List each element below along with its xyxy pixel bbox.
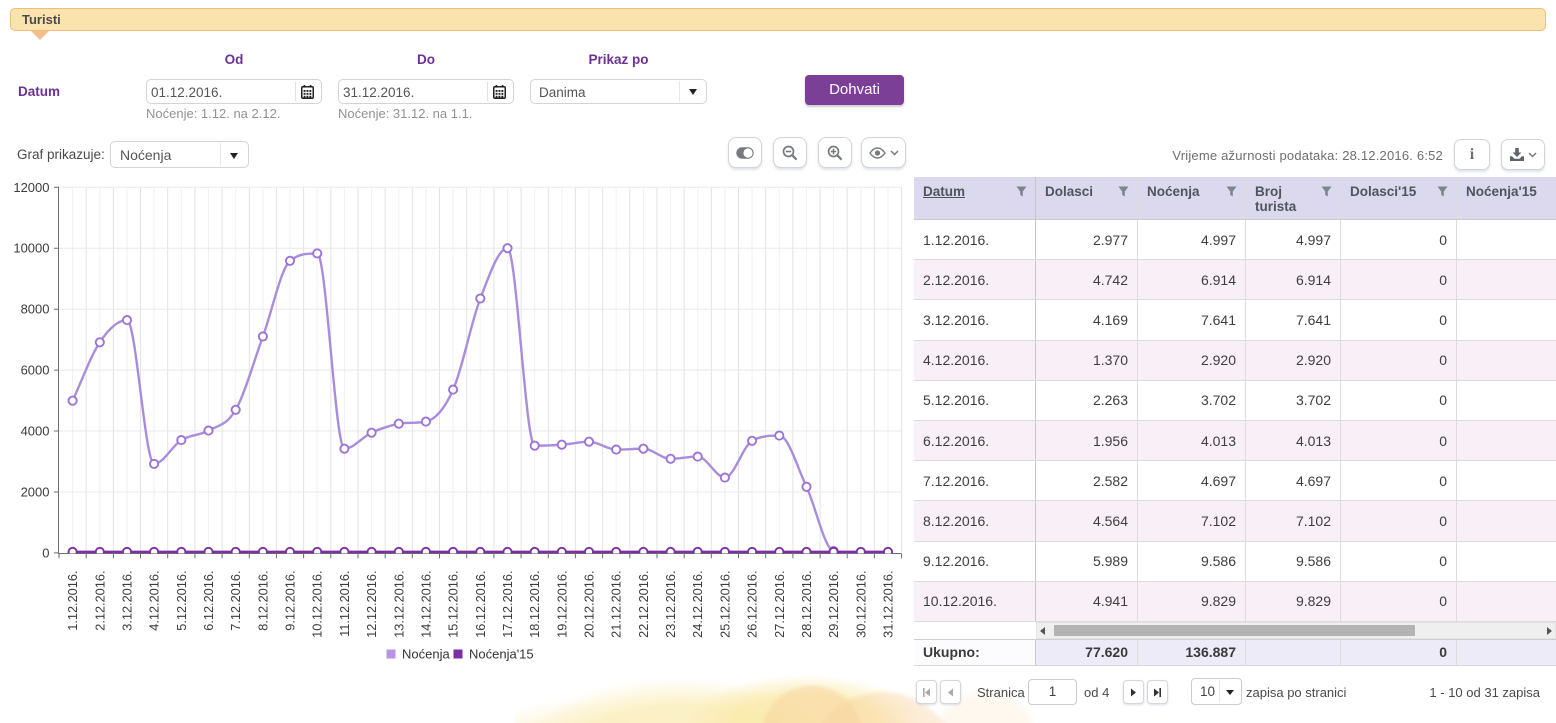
svg-text:8000: 8000 (21, 302, 50, 317)
svg-text:19.12.2016.: 19.12.2016. (554, 571, 569, 638)
svg-text:4000: 4000 (21, 424, 50, 439)
svg-text:11.12.2016.: 11.12.2016. (337, 571, 352, 637)
svg-text:2.12.2016.: 2.12.2016. (92, 571, 107, 631)
svg-text:21.12.2016.: 21.12.2016. (609, 571, 624, 638)
svg-text:26.12.2016.: 26.12.2016. (745, 571, 760, 638)
svg-text:12.12.2016.: 12.12.2016. (364, 571, 379, 638)
svg-text:8.12.2016.: 8.12.2016. (255, 571, 270, 631)
svg-text:3.12.2016.: 3.12.2016. (120, 571, 135, 631)
svg-text:25.12.2016.: 25.12.2016. (717, 571, 732, 638)
svg-text:15.12.2016.: 15.12.2016. (446, 571, 461, 638)
svg-text:17.12.2016.: 17.12.2016. (500, 571, 515, 638)
svg-text:10000: 10000 (13, 241, 49, 256)
svg-text:0: 0 (42, 545, 49, 560)
svg-text:29.12.2016.: 29.12.2016. (826, 571, 841, 638)
svg-text:28.12.2016.: 28.12.2016. (799, 571, 814, 638)
svg-text:6.12.2016.: 6.12.2016. (201, 571, 216, 631)
svg-text:7.12.2016.: 7.12.2016. (228, 571, 243, 631)
svg-text:24.12.2016.: 24.12.2016. (690, 571, 705, 638)
svg-text:9.12.2016.: 9.12.2016. (283, 571, 298, 631)
svg-text:27.12.2016.: 27.12.2016. (772, 571, 787, 638)
svg-text:5.12.2016.: 5.12.2016. (174, 571, 189, 631)
svg-text:20.12.2016.: 20.12.2016. (582, 571, 597, 638)
svg-text:Noćenja'15: Noćenja'15 (469, 647, 534, 662)
svg-text:Noćenja: Noćenja (402, 647, 450, 662)
svg-text:4.12.2016.: 4.12.2016. (147, 571, 162, 631)
svg-text:13.12.2016.: 13.12.2016. (391, 571, 406, 638)
svg-text:10.12.2016.: 10.12.2016. (310, 571, 325, 638)
svg-text:14.12.2016.: 14.12.2016. (418, 571, 433, 638)
svg-text:31.12.2016.: 31.12.2016. (881, 571, 896, 638)
svg-text:1.12.2016.: 1.12.2016. (65, 571, 80, 631)
svg-text:30.12.2016.: 30.12.2016. (853, 571, 868, 638)
svg-text:6000: 6000 (21, 363, 50, 378)
svg-text:2000: 2000 (21, 485, 50, 500)
svg-text:23.12.2016.: 23.12.2016. (663, 571, 678, 638)
svg-text:18.12.2016.: 18.12.2016. (527, 571, 542, 638)
svg-text:12000: 12000 (13, 180, 49, 195)
svg-text:16.12.2016.: 16.12.2016. (473, 571, 488, 638)
svg-text:22.12.2016.: 22.12.2016. (636, 571, 651, 638)
